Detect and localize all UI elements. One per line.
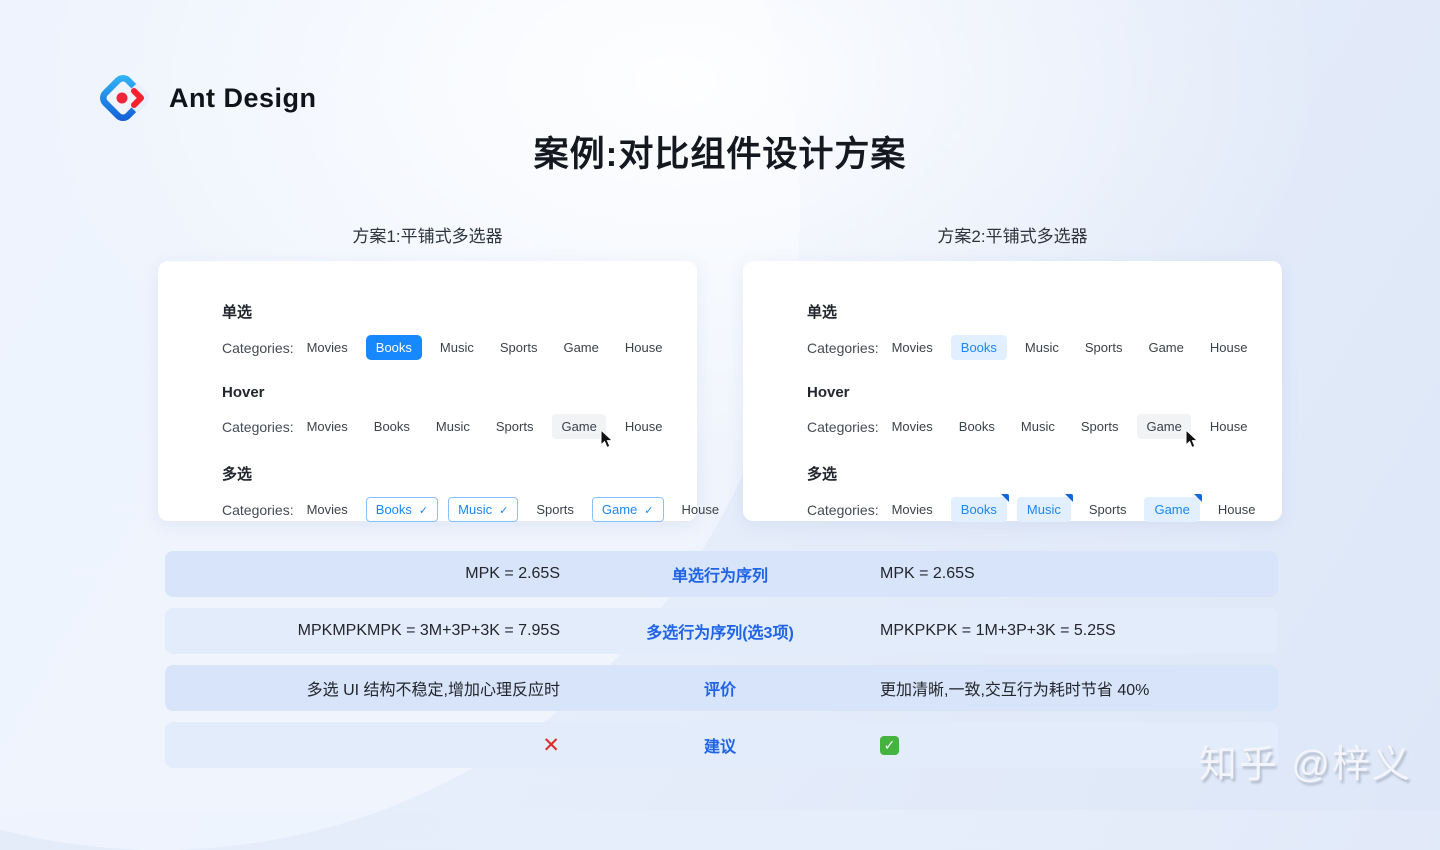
category-chip-movies[interactable]: Movies	[892, 340, 933, 355]
panel1-card: 单选 Categories: Movies Books Music Sports…	[158, 261, 697, 521]
page-title: 案例:对比组件设计方案	[0, 126, 1440, 177]
categories-label: Categories:	[807, 502, 879, 518]
category-chip-sports[interactable]: Sports	[496, 419, 534, 434]
panel2-single-row: Categories: Movies Books Music Sports Ga…	[807, 335, 1282, 360]
panel1-single-label: 单选	[222, 301, 697, 322]
mouse-cursor-icon	[600, 430, 615, 450]
category-chip-movies[interactable]: Movies	[892, 502, 933, 517]
category-chip-movies[interactable]: Movies	[307, 419, 348, 434]
category-chip-label: Game	[561, 419, 596, 434]
plan1-single-metric: MPK = 2.65S	[165, 565, 560, 583]
table-row-single-sequence: MPK = 2.65S 单选行为序列 MPK = 2.65S	[165, 551, 1278, 597]
table-row-multi-sequence: MPKMPKMPK = 3M+3P+3K = 7.95S 多选行为序列(选3项)…	[165, 608, 1278, 654]
panel2-title: 方案2:平铺式多选器	[743, 222, 1282, 247]
table-row-recommendation: ✕ 建议 ✓	[165, 722, 1278, 768]
category-chip-game-checked[interactable]: Game ✓	[592, 497, 664, 522]
category-chip-sports[interactable]: Sports	[536, 502, 574, 517]
category-chip-music[interactable]: Music	[440, 340, 474, 355]
mouse-cursor-icon	[1185, 430, 1200, 450]
row-heading: 单选行为序列	[560, 562, 880, 586]
panel2-card: 单选 Categories: Movies Books Music Sports…	[743, 261, 1282, 521]
comparison-table: MPK = 2.65S 单选行为序列 MPK = 2.65S MPKMPKMPK…	[165, 551, 1278, 779]
brand: Ant Design	[97, 72, 317, 124]
panel2-hover-label: Hover	[807, 384, 1282, 401]
panel1-single-row: Categories: Movies Books Music Sports Ga…	[222, 335, 697, 360]
categories-label: Categories:	[807, 419, 879, 435]
category-chip-house[interactable]: House	[1218, 502, 1256, 517]
category-chip-sports[interactable]: Sports	[1089, 502, 1127, 517]
category-chip-house[interactable]: House	[625, 419, 663, 434]
category-chip-house[interactable]: House	[1210, 340, 1248, 355]
category-chip-music-selected[interactable]: Music	[1017, 497, 1071, 522]
category-chip-movies[interactable]: Movies	[307, 340, 348, 355]
category-chip-game[interactable]: Game	[1148, 340, 1183, 355]
category-chip-movies[interactable]: Movies	[307, 502, 348, 517]
panel2-single-label: 单选	[807, 301, 1282, 322]
category-chip-music[interactable]: Music	[1025, 340, 1059, 355]
category-chip-house[interactable]: House	[625, 340, 663, 355]
category-chip-books[interactable]: Books	[374, 419, 410, 434]
panel1-multi-row: Categories: Movies Books✓ Music✓ Sports …	[222, 497, 697, 522]
ant-design-logo-icon	[97, 72, 149, 124]
categories-label: Categories:	[222, 419, 294, 435]
plan1-multi-metric: MPKMPKMPK = 3M+3P+3K = 7.95S	[165, 622, 560, 640]
check-icon: ✓	[499, 505, 508, 517]
plan1-recommendation: ✕	[165, 733, 560, 758]
check-icon: ✓	[419, 505, 428, 517]
row-heading: 多选行为序列(选3项)	[560, 619, 880, 643]
plan2-evaluation: 更加清晰,一致,交互行为耗时节省 40%	[880, 676, 1278, 700]
category-chip-books-selected[interactable]: Books	[366, 335, 422, 360]
table-row-evaluation: 多选 UI 结构不稳定,增加心理反应时 评价 更加清晰,一致,交互行为耗时节省 …	[165, 665, 1278, 711]
category-chip-game-selected[interactable]: Game	[1144, 497, 1199, 522]
panel1-title: 方案1:平铺式多选器	[158, 222, 697, 247]
category-chip-music[interactable]: Music	[436, 419, 470, 434]
approve-check-icon: ✓	[880, 736, 899, 755]
category-chip-books-checked[interactable]: Books ✓	[366, 497, 438, 522]
category-chip-music-checked[interactable]: Music ✓	[448, 497, 518, 522]
category-chip-label: Game	[602, 502, 637, 517]
category-chip-house[interactable]: House	[1210, 419, 1248, 434]
panel1-multi-label: 多选	[222, 463, 697, 484]
category-chip-label: Books	[376, 502, 412, 517]
panel2-hover-row: Categories: Movies Books Music Sports Ga…	[807, 414, 1282, 439]
category-chip-books-selected[interactable]: Books	[951, 335, 1007, 360]
row-heading: 建议	[560, 733, 880, 757]
reject-x-icon: ✕	[542, 734, 560, 757]
panel1-hover-row: Categories: Movies Books Music Sports Ga…	[222, 414, 697, 439]
category-chip-books[interactable]: Books	[959, 419, 995, 434]
plan2-single-metric: MPK = 2.65S	[880, 565, 1278, 583]
category-chip-sports[interactable]: Sports	[1085, 340, 1123, 355]
panel2-multi-row: Categories: Movies Books Music Sports Ga…	[807, 497, 1282, 522]
check-icon: ✓	[644, 505, 653, 517]
panel1-hover-label: Hover	[222, 384, 697, 401]
category-chip-label: Music	[458, 502, 492, 517]
categories-label: Categories:	[222, 502, 294, 518]
plan1-evaluation: 多选 UI 结构不稳定,增加心理反应时	[165, 676, 560, 700]
category-chip-game-hover[interactable]: Game	[1137, 414, 1190, 439]
category-chip-game[interactable]: Game	[563, 340, 598, 355]
panel2-multi-label: 多选	[807, 463, 1282, 484]
category-chip-sports[interactable]: Sports	[1081, 419, 1119, 434]
brand-name: Ant Design	[169, 83, 317, 114]
category-chip-label: Game	[1146, 419, 1181, 434]
category-chip-game-hover[interactable]: Game	[552, 414, 605, 439]
category-chip-house[interactable]: House	[682, 502, 720, 517]
plan2-multi-metric: MPKPKPK = 1M+3P+3K = 5.25S	[880, 622, 1278, 640]
category-chip-music[interactable]: Music	[1021, 419, 1055, 434]
zhihu-watermark: 知乎 @梓义	[1199, 733, 1412, 788]
category-chip-movies[interactable]: Movies	[892, 419, 933, 434]
category-chip-books-selected[interactable]: Books	[951, 497, 1007, 522]
category-chip-sports[interactable]: Sports	[500, 340, 538, 355]
categories-label: Categories:	[807, 340, 879, 356]
row-heading: 评价	[560, 676, 880, 700]
categories-label: Categories:	[222, 340, 294, 356]
